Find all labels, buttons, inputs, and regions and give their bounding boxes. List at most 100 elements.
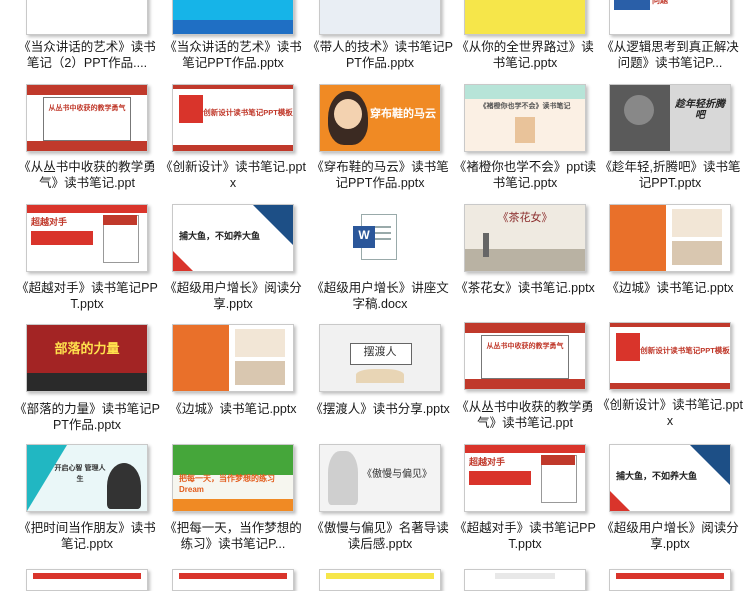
file-thumbnail[interactable] <box>172 324 294 392</box>
thumb-shape <box>541 455 575 465</box>
thumb-text: 从丛书中收获的教学勇气 <box>486 343 564 350</box>
thumb-shape <box>107 463 141 509</box>
file-grid: 《当众讲话的艺术》读书笔记（2）PPT作品.... 《当众讲话的艺术》读书笔记PP… <box>0 0 750 591</box>
thumb-shape <box>495 573 555 579</box>
file-thumbnail[interactable]: 创新设计读书笔记PPT模板 <box>609 322 731 390</box>
thumb-shape <box>173 85 293 89</box>
file-thumbnail[interactable]: 《茶花女》 <box>464 204 586 272</box>
file-thumbnail[interactable]: 创新设计读书笔记PPT模板 <box>172 84 294 152</box>
file-thumbnail[interactable] <box>172 0 294 35</box>
file-name[interactable]: 《超级用户增长》阅读分享.pptx <box>597 521 743 552</box>
thumb-shape <box>173 499 293 511</box>
file-thumbnail-partial[interactable] <box>172 569 294 591</box>
file-name[interactable]: 《创新设计》读书笔记.pptx <box>160 160 306 191</box>
file-thumbnail[interactable]: 教育的思考真正解决问题 <box>609 0 731 35</box>
thumb-shape <box>27 141 147 151</box>
file-thumbnail[interactable]: 《褚橙你也学不会》读书笔记 <box>464 84 586 152</box>
file-thumbnail[interactable]: 部落的力量 <box>26 324 148 392</box>
file-name[interactable]: 《超越对手》读书笔记PPT.pptx <box>14 281 160 312</box>
thumb-shape <box>465 85 585 99</box>
file-thumbnail[interactable]: 穿布鞋的马云 <box>319 84 441 152</box>
file-thumbnail[interactable] <box>26 0 148 35</box>
thumb-shape <box>515 117 535 143</box>
file-thumbnail[interactable]: 开启心智 管理人生 <box>26 444 148 512</box>
thumb-text: 超越对手 <box>469 457 506 467</box>
file-thumbnail[interactable]: W <box>319 204 439 270</box>
file-name[interactable]: 《部落的力量》读书笔记PPT作品.pptx <box>14 402 160 433</box>
thumb-shape <box>103 215 137 225</box>
thumb-shape <box>610 323 730 327</box>
thumb-shape <box>616 573 724 579</box>
file-name[interactable]: 《超越对手》读书笔记PPT.pptx <box>452 521 598 552</box>
thumb-shape <box>610 205 666 271</box>
file-name[interactable]: 《摆渡人》读书分享.pptx <box>307 402 453 418</box>
thumb-shape <box>173 20 293 34</box>
thumb-text: 教育的思考真正解决问题 <box>652 0 668 5</box>
file-thumbnail[interactable] <box>319 0 441 35</box>
file-name[interactable]: 《把每一天，当作梦想的练习》读书笔记P... <box>160 521 306 552</box>
thumb-shape <box>27 205 147 213</box>
file-name[interactable]: 《超级用户增长》阅读分享.pptx <box>160 281 306 312</box>
file-thumbnail[interactable]: 从丛书中收获的教学勇气 <box>464 322 586 390</box>
file-name[interactable]: 《当众讲话的艺术》读书笔记（2）PPT作品.... <box>14 40 160 71</box>
file-thumbnail[interactable]: 捕大鱼，不如养大鱼 <box>172 204 294 272</box>
thumb-shape <box>672 241 722 265</box>
thumb-text: 《茶花女》 <box>497 212 553 224</box>
file-name[interactable]: 《茶花女》读书笔记.pptx <box>452 281 598 297</box>
thumb-text: 创新设计读书笔记PPT模板 <box>640 346 730 355</box>
file-thumbnail[interactable]: 把每一天，当作梦想的练习 Dream <box>172 444 294 512</box>
thumb-text: 部落的力量 <box>54 341 120 356</box>
thumb-shape <box>173 145 293 151</box>
file-thumbnail[interactable]: 摆渡人 <box>319 324 441 392</box>
file-thumbnail[interactable]: 从你的全世界路过 <box>464 0 586 35</box>
thumb-shape <box>328 451 358 505</box>
file-thumbnail-partial[interactable] <box>26 569 148 591</box>
file-thumbnail-partial[interactable] <box>464 569 586 591</box>
file-thumbnail[interactable]: 捕大鱼，不如养大鱼 <box>609 444 731 512</box>
thumb-shape <box>173 325 229 391</box>
file-name[interactable]: 《从逻辑思考到真正解决问题》读书笔记P... <box>597 40 743 71</box>
file-name[interactable]: 《边城》读书笔记.pptx <box>597 281 743 297</box>
thumb-text: 《傲慢与偏见》 <box>362 469 432 480</box>
thumb-shape <box>465 379 585 389</box>
file-name[interactable]: 《傲慢与偏见》名著导读读后感.pptx <box>307 521 453 552</box>
file-name[interactable]: 《褚橙你也学不会》ppt读书笔记.pptx <box>452 160 598 191</box>
thumb-shape <box>672 209 722 237</box>
thumb-shape <box>33 573 141 579</box>
file-thumbnail[interactable] <box>609 204 731 272</box>
file-thumbnail[interactable]: 趁年轻折腾吧 <box>609 84 731 152</box>
thumb-text: 捕大鱼，不如养大鱼 <box>179 231 261 241</box>
thumb-shape <box>465 445 585 453</box>
file-name[interactable]: 《从丛书中收获的教学勇气》读书笔记.ppt <box>452 400 598 431</box>
file-thumbnail[interactable]: 超越对手 <box>26 204 148 272</box>
thumb-shape <box>614 0 650 10</box>
thumb-text: 从丛书中收获的教学勇气 <box>48 105 126 112</box>
file-thumbnail-partial[interactable] <box>319 569 441 591</box>
thumb-shape <box>235 361 285 385</box>
file-thumbnail[interactable]: 《傲慢与偏见》 <box>319 444 441 512</box>
thumb-shape <box>173 251 193 271</box>
file-name[interactable]: 《边城》读书笔记.pptx <box>160 402 306 418</box>
thumb-shape <box>356 369 404 383</box>
file-name[interactable]: 《当众讲话的艺术》读书笔记PPT作品.pptx <box>160 40 306 71</box>
file-name[interactable]: 《把时间当作朋友》读书笔记.pptx <box>14 521 160 552</box>
file-name[interactable]: 《从你的全世界路过》读书笔记.pptx <box>452 40 598 71</box>
thumb-text: 捕大鱼，不如养大鱼 <box>616 471 698 481</box>
thumb-text: 创新设计读书笔记PPT模板 <box>203 108 293 117</box>
thumb-shape <box>173 445 293 475</box>
thumb-text: 摆渡人 <box>363 346 397 358</box>
thumb-shape <box>235 329 285 357</box>
thumb-shape <box>179 573 287 579</box>
file-name[interactable]: 《趁年轻,折腾吧》读书笔记PPT.pptx <box>597 160 743 191</box>
file-thumbnail[interactable]: 超越对手 <box>464 444 586 512</box>
file-thumbnail[interactable]: 从丛书中收获的教学勇气 <box>26 84 148 152</box>
thumb-shape <box>334 99 362 129</box>
thumb-shape <box>326 573 434 579</box>
file-name[interactable]: 《穿布鞋的马云》读书笔记PPT作品.pptx <box>307 160 453 191</box>
file-name[interactable]: 《创新设计》读书笔记.pptx <box>597 398 743 429</box>
file-name[interactable]: 《带人的技术》读书笔记PPT作品.pptx <box>307 40 453 71</box>
file-name[interactable]: 《从丛书中收获的教学勇气》读书笔记.ppt <box>14 160 160 191</box>
file-thumbnail-partial[interactable] <box>609 569 731 591</box>
file-name[interactable]: 《超级用户增长》讲座文字稿.docx <box>307 281 453 312</box>
thumb-shape <box>616 333 640 361</box>
